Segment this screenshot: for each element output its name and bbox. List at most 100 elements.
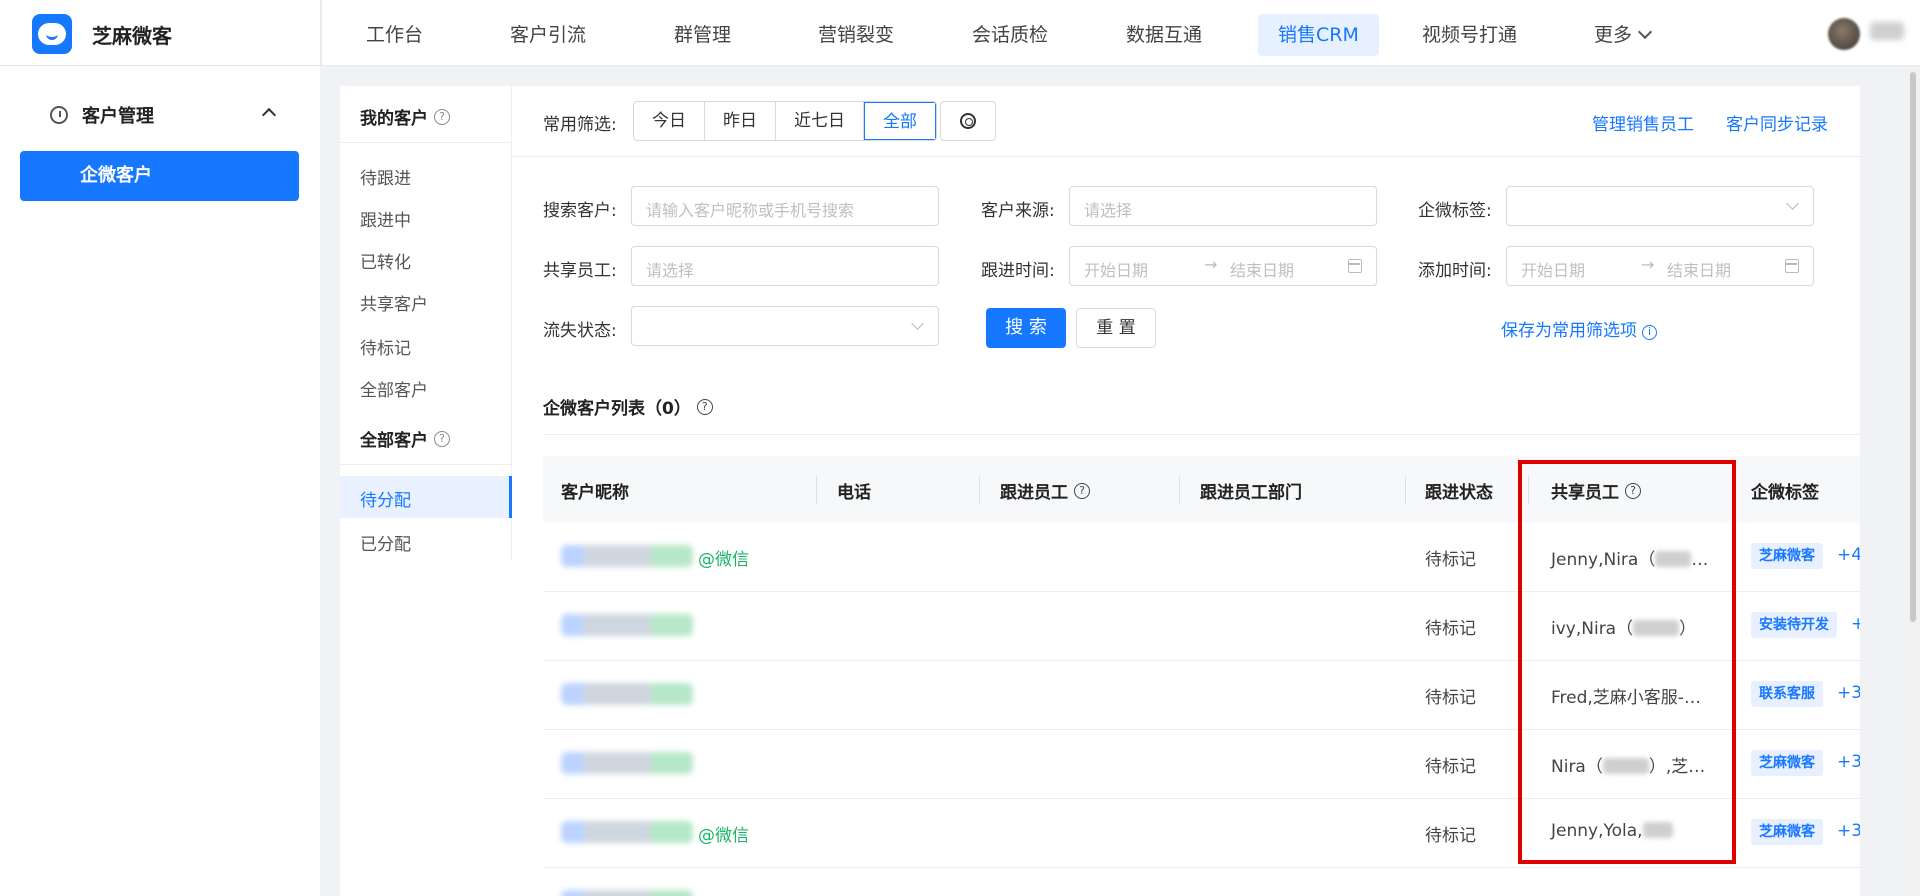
segment-all[interactable]: 全部: [864, 102, 936, 140]
search-placeholder: 请输入客户昵称或手机号搜索: [646, 201, 855, 220]
subnav-item-pending-follow[interactable]: 待跟进: [360, 164, 411, 189]
save-common-filter-link[interactable]: 保存为常用筛选项 i: [1501, 316, 1657, 341]
brand-name: 芝麻微客: [92, 24, 172, 48]
nav-item-qa[interactable]: 会话质检: [952, 14, 1068, 56]
calendar-icon: [1348, 259, 1362, 273]
avatar[interactable]: [1828, 18, 1860, 50]
search-customer-input[interactable]: 请输入客户昵称或手机号搜索: [631, 186, 939, 226]
subnav-item-assigned[interactable]: 已分配: [360, 530, 411, 555]
follow-time-range-picker[interactable]: 开始日期 → 结束日期: [1069, 246, 1377, 286]
scrollbar-thumb[interactable]: [1910, 72, 1916, 622]
follow-status: 待标记: [1425, 619, 1476, 639]
customer-source-label: 客户来源:: [981, 201, 1055, 221]
subnav-item-converted[interactable]: 已转化: [360, 248, 411, 273]
divider: [340, 464, 512, 465]
subnav-head-all-customers: 全部客户?: [360, 426, 450, 451]
more-tags-link[interactable]: +3: [1837, 821, 1860, 841]
manage-sales-staff-link[interactable]: 管理销售员工: [1592, 110, 1694, 135]
segment-today[interactable]: 今日: [634, 102, 705, 140]
lost-status-select[interactable]: [631, 306, 939, 346]
shared-staff-select[interactable]: 请选择: [631, 246, 939, 286]
more-tags-link[interactable]: +: [1851, 614, 1860, 634]
customer-nickname-blurred: [561, 614, 693, 636]
add-time-range-picker[interactable]: 开始日期 → 结束日期: [1506, 246, 1814, 286]
nav-item-data[interactable]: 数据互通: [1106, 14, 1222, 56]
column-header-follow-dept: 跟进员工部门: [1200, 483, 1302, 503]
page-scrollbar[interactable]: [1908, 66, 1918, 896]
end-date-placeholder: 结束日期: [1230, 261, 1295, 280]
table-row[interactable]: [543, 868, 1860, 896]
start-date-placeholder: 开始日期: [1521, 261, 1586, 280]
sync-log-link[interactable]: 客户同步记录: [1726, 110, 1828, 135]
column-divider: [1405, 476, 1406, 504]
more-tags-link[interactable]: +4: [1837, 545, 1860, 565]
wechat-suffix: @微信: [698, 550, 749, 570]
subnav-item-all-mine[interactable]: 全部客户: [360, 376, 428, 401]
save-filter-label: 保存为常用筛选项: [1501, 321, 1637, 341]
customer-nickname-blurred: [561, 545, 693, 567]
subnav-item-label: 待分配: [360, 491, 411, 511]
help-icon[interactable]: ?: [1074, 482, 1090, 499]
nav-more-menu[interactable]: 更多: [1574, 14, 1670, 56]
search-customer-label: 搜索客户:: [543, 201, 617, 221]
customer-source-select[interactable]: 请选择: [1069, 186, 1377, 226]
reset-button[interactable]: 重 置: [1076, 308, 1156, 348]
list-title-text: 企微客户列表（0）: [543, 399, 691, 419]
follow-status: 待标记: [1425, 826, 1476, 846]
more-tags-link[interactable]: +3: [1837, 752, 1860, 772]
subnav-item-unassigned[interactable]: 待分配: [340, 476, 512, 518]
column-header-label: 跟进员工: [1000, 483, 1068, 503]
nav-more-label: 更多: [1594, 24, 1633, 46]
wecom-tag-label: 企微标签:: [1418, 201, 1492, 221]
nav-item-marketing[interactable]: 营销裂变: [798, 14, 914, 56]
chevron-down-icon: [1786, 197, 1799, 210]
column-divider: [816, 476, 817, 504]
gear-icon: [960, 113, 976, 129]
more-tags-link[interactable]: +3: [1837, 683, 1860, 703]
column-divider: [1179, 476, 1180, 504]
nav-item-workbench[interactable]: 工作台: [346, 14, 443, 56]
calendar-icon: [1785, 259, 1799, 273]
range-arrow-icon: →: [1204, 255, 1218, 274]
customer-list-title: 企微客户列表（0）?: [543, 394, 713, 419]
subnav-item-following[interactable]: 跟进中: [360, 206, 411, 231]
wechat-suffix: @微信: [698, 826, 749, 846]
sidebar-item-wecom-customers[interactable]: 企微客户: [20, 151, 299, 201]
nav-item-crm[interactable]: 销售CRM: [1258, 14, 1379, 56]
divider: [543, 434, 1860, 435]
subnav-item-shared[interactable]: 共享客户: [360, 290, 428, 315]
help-icon[interactable]: ?: [434, 430, 450, 447]
column-header-follow-status: 跟进状态: [1425, 483, 1493, 503]
column-header-wecom-tag: 企微标签: [1751, 483, 1819, 503]
subnav-head-my-customers: 我的客户?: [360, 104, 450, 129]
nav-item-lead-gen[interactable]: 客户引流: [490, 14, 606, 56]
subnav-head-label: 我的客户: [360, 109, 428, 129]
brand-logo-icon[interactable]: [32, 14, 72, 54]
customer-mgmt-icon: [50, 106, 68, 124]
subnav-head-label: 全部客户: [360, 431, 428, 451]
segment-yesterday[interactable]: 昨日: [705, 102, 776, 140]
filter-settings-button[interactable]: [940, 101, 996, 141]
chevron-down-icon: [911, 317, 924, 330]
help-icon[interactable]: ?: [434, 108, 450, 125]
wecom-tag: 联系客服: [1751, 681, 1823, 707]
follow-status: 待标记: [1425, 688, 1476, 708]
source-placeholder: 请选择: [1084, 201, 1133, 220]
nav-item-group-mgmt[interactable]: 群管理: [654, 14, 751, 56]
sidebar-group-customer-mgmt[interactable]: 客户管理: [50, 102, 154, 128]
wecom-tag-select[interactable]: [1506, 186, 1814, 226]
sidebar-group-label: 客户管理: [82, 106, 154, 127]
search-button[interactable]: 搜 索: [986, 308, 1066, 348]
help-icon[interactable]: ?: [696, 398, 713, 415]
chevron-up-icon[interactable]: [261, 107, 277, 123]
common-filter-label: 常用筛选:: [543, 115, 617, 135]
wecom-tag: 芝麻微客: [1751, 543, 1823, 569]
nav-item-video[interactable]: 视频号打通: [1402, 14, 1537, 56]
subnav-item-to-tag[interactable]: 待标记: [360, 334, 411, 359]
nav-divider: [320, 0, 322, 66]
column-divider: [979, 476, 980, 504]
date-segment-control: 今日 昨日 近七日 全部: [633, 101, 937, 141]
segment-last-7-days[interactable]: 近七日: [776, 102, 864, 140]
shared-staff-label: 共享员工:: [543, 261, 617, 281]
chevron-down-icon: [1637, 24, 1653, 40]
